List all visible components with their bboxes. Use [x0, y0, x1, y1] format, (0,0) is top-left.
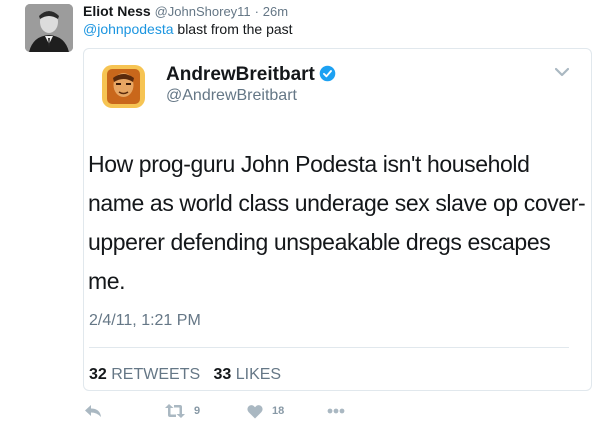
embedded-tweet-image[interactable]: AndrewBreitbart @AndrewBreitbart How pro…: [83, 48, 592, 391]
reply-icon: [85, 405, 101, 417]
tweet-text-content: blast from the past: [173, 21, 293, 37]
embedded-display-name: AndrewBreitbart: [166, 64, 336, 86]
more-icon: [327, 408, 345, 414]
avatar[interactable]: [25, 4, 73, 52]
retweet-icon: [165, 404, 185, 418]
reply-button[interactable]: [84, 400, 102, 422]
retweet-button[interactable]: 9: [165, 400, 200, 422]
embedded-tweet-text: How prog-guru John Podesta isn't househo…: [88, 151, 586, 294]
retweets-count: 32: [89, 366, 107, 383]
user-photo-avatar: [25, 4, 73, 52]
embedded-display-name-text: AndrewBreitbart: [166, 64, 315, 85]
like-button[interactable]: 18: [247, 400, 284, 422]
verified-badge-icon: [319, 65, 336, 82]
chevron-down-icon: [555, 67, 569, 77]
retweet-count: 9: [194, 405, 201, 417]
user-handle[interactable]: @JohnShorey11: [155, 4, 251, 19]
tweet-timestamp[interactable]: 26m: [263, 4, 288, 19]
separator-dot: ·: [254, 4, 259, 19]
embedded-tweet-stats: 32 RETWEETS 33 LIKES: [89, 366, 281, 384]
likes-label: LIKES: [235, 366, 282, 383]
likes-count: 33: [213, 366, 232, 383]
more-button[interactable]: [327, 400, 345, 422]
tweet-text: @johnpodesta blast from the past: [83, 20, 293, 38]
divider: [89, 347, 569, 348]
mention-link[interactable]: @johnpodesta: [83, 21, 174, 37]
tweet-actions: 9 18: [83, 400, 383, 422]
like-count: 18: [272, 405, 285, 417]
retweets-label: RETWEETS: [111, 366, 201, 383]
embedded-tweet-date: 2/4/11, 1:21 PM: [89, 312, 201, 329]
embedded-avatar: [102, 65, 145, 108]
tweet-header: Eliot Ness @JohnShorey11 · 26m: [83, 2, 288, 21]
embedded-handle: @AndrewBreitbart: [166, 87, 297, 104]
heart-icon: [247, 404, 263, 418]
display-name[interactable]: Eliot Ness: [83, 3, 151, 19]
